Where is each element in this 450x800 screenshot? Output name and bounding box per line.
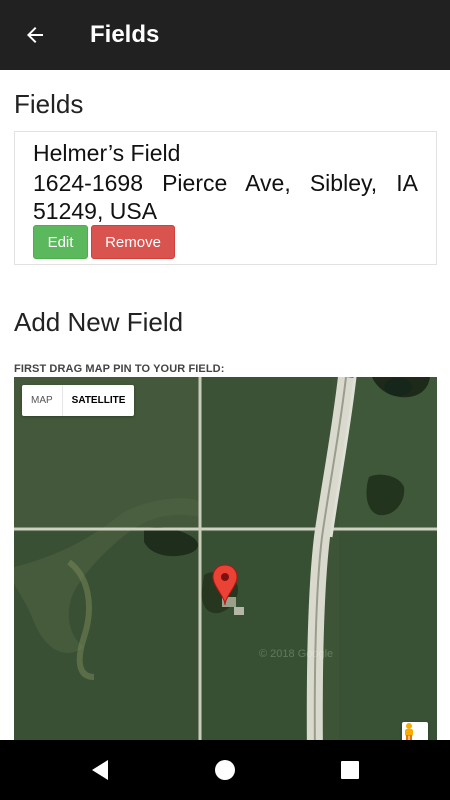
system-navigation-bar	[0, 740, 450, 800]
map-type-satellite-button[interactable]: SATELLITE	[63, 385, 135, 416]
nav-home-icon[interactable]	[210, 755, 240, 785]
map-type-control: MAP SATELLITE	[22, 385, 135, 416]
app-bar: Fields	[0, 0, 450, 70]
app-bar-title: Fields	[90, 21, 160, 48]
nav-recents-icon[interactable]	[335, 755, 365, 785]
field-address: 1624-1698 Pierce Ave, Sibley, IA 51249, …	[33, 170, 418, 224]
map-type-map-button[interactable]: MAP	[22, 385, 63, 416]
field-card: Helmer’s Field 1624-1698 Pierce Ave, Sib…	[14, 131, 437, 265]
add-new-field-heading: Add New Field	[14, 307, 184, 337]
map-instruction: FIRST DRAG MAP PIN TO YOUR FIELD:	[14, 363, 225, 375]
map-pin-icon[interactable]	[212, 564, 238, 606]
field-name: Helmer’s Field	[33, 140, 181, 166]
back-arrow-icon[interactable]	[20, 20, 50, 50]
nav-back-icon[interactable]	[85, 755, 115, 785]
edit-button[interactable]: Edit	[33, 225, 88, 259]
satellite-imagery	[14, 377, 437, 740]
main-content: Fields Helmer’s Field 1624-1698 Pierce A…	[0, 70, 450, 740]
fields-heading: Fields	[14, 89, 84, 119]
satellite-map[interactable]: MAP SATELLITE © 2018 Google	[14, 377, 437, 740]
map-watermark: © 2018 Google	[259, 648, 334, 660]
remove-button[interactable]: Remove	[91, 225, 175, 259]
pegman-icon[interactable]	[402, 722, 428, 740]
